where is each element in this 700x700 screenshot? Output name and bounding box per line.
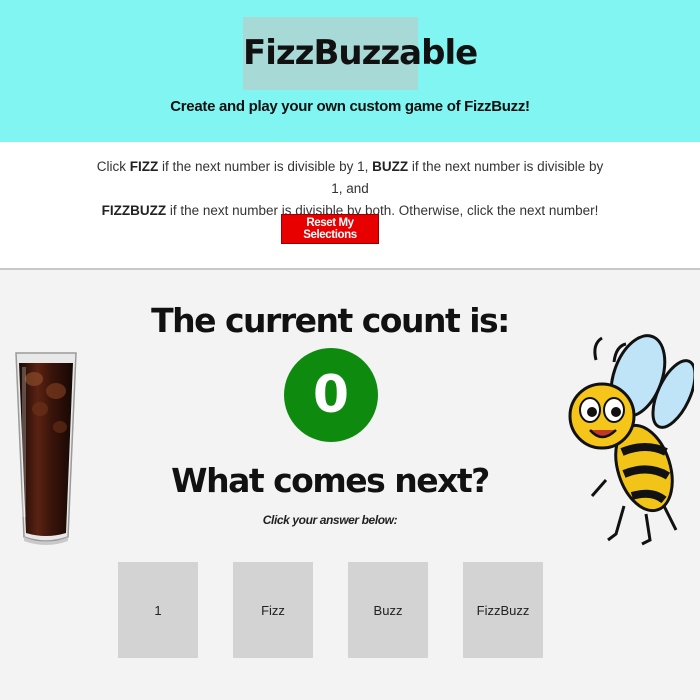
- reset-selections-button[interactable]: Reset My Selections: [281, 214, 379, 244]
- instructions-text: Click FIZZ if the next number is divisib…: [90, 156, 610, 222]
- next-heading: What comes next?: [171, 461, 490, 500]
- current-count-badge: 0: [284, 348, 378, 442]
- buzz-keyword: BUZZ: [372, 159, 409, 174]
- fizzbuzz-keyword: FIZZBUZZ: [101, 203, 167, 218]
- instructions-part: if the next number is divisible by both.…: [166, 203, 599, 218]
- rules-panel: Click FIZZ if the next number is divisib…: [0, 142, 700, 270]
- answer-button-number[interactable]: 1: [118, 562, 198, 658]
- answer-button-fizz[interactable]: Fizz: [233, 562, 313, 658]
- page-title: FizzBuzzable: [243, 17, 478, 90]
- instructions-part: if the next number is divisible by 1,: [158, 159, 373, 174]
- header: FizzBuzzable Create and play your own cu…: [0, 0, 700, 142]
- instructions-part: Click: [96, 159, 130, 174]
- answer-hint: Click your answer below:: [262, 513, 398, 527]
- answer-button-fizzbuzz[interactable]: FizzBuzz: [463, 562, 543, 658]
- answer-button-buzz[interactable]: Buzz: [348, 562, 428, 658]
- current-count-heading: The current count is:: [151, 301, 510, 340]
- fizz-keyword: FIZZ: [129, 159, 159, 174]
- page-subtitle: Create and play your own custom game of …: [170, 98, 530, 115]
